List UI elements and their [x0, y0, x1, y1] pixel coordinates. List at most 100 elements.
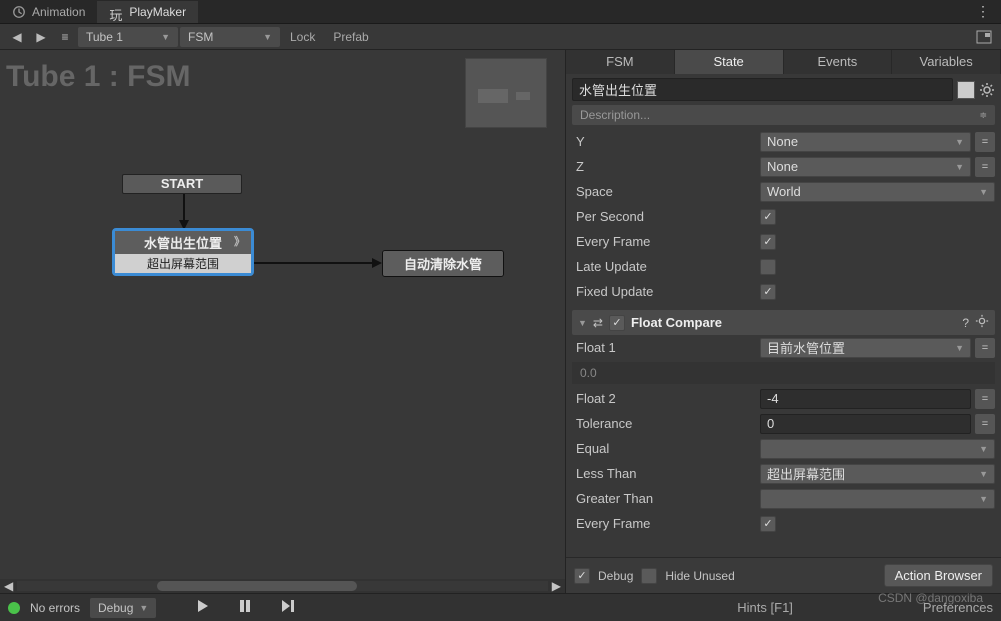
debug-label: Debug — [598, 569, 633, 583]
status-indicator-icon — [8, 602, 20, 614]
list-button[interactable]: ≡ — [54, 27, 76, 47]
object-dropdown[interactable]: Tube 1 ▼ — [78, 27, 178, 47]
fsm-dropdown[interactable]: FSM ▼ — [180, 27, 280, 47]
play-button[interactable] — [196, 599, 210, 616]
state-name-input[interactable] — [572, 78, 953, 101]
y-dropdown[interactable]: None▼ — [760, 132, 971, 152]
prop-label-fixedupdate: Fixed Update — [572, 284, 756, 299]
minimap[interactable] — [465, 58, 547, 128]
error-status[interactable]: No errors — [30, 601, 80, 615]
help-icon[interactable]: ? — [962, 316, 969, 330]
hideunused-checkbox[interactable] — [641, 568, 657, 584]
state-name: 水管出生位置 — [144, 236, 222, 251]
variable-toggle[interactable]: = — [975, 338, 995, 358]
variable-toggle[interactable]: = — [975, 389, 995, 409]
debug-checkbox[interactable]: ✓ — [574, 568, 590, 584]
prop-label-lessthan: Less Than — [572, 466, 756, 481]
preferences-button[interactable]: Preferences — [923, 600, 993, 615]
forward-button[interactable]: ▶ — [30, 27, 52, 47]
prop-label-float2: Float 2 — [572, 391, 756, 406]
equal-dropdown[interactable]: ▼ — [760, 439, 995, 459]
state-name: 自动清除水管 — [383, 251, 503, 276]
hints-button[interactable]: Hints [F1] — [737, 600, 793, 615]
step-button[interactable] — [280, 599, 296, 616]
minimap-node — [516, 92, 530, 100]
inspector-footer: ✓ Debug Hide Unused Action Browser — [566, 557, 1001, 593]
prop-label-tolerance: Tolerance — [572, 416, 756, 431]
variable-toggle[interactable]: = — [975, 414, 995, 434]
hideunused-label: Hide Unused — [665, 569, 734, 583]
chevron-down-icon: ▼ — [161, 32, 170, 42]
everyframe2-checkbox[interactable]: ✓ — [760, 516, 776, 532]
state-node-clear[interactable]: 自动清除水管 — [382, 250, 504, 277]
tab-events[interactable]: Events — [784, 50, 893, 74]
variable-toggle[interactable]: = — [975, 132, 995, 152]
float2-input[interactable] — [760, 389, 971, 409]
float1-value-readonly: 0.0 — [572, 362, 995, 384]
state-transition[interactable]: 超出屏幕范围 — [115, 254, 251, 273]
action-enabled-checkbox[interactable]: ✓ — [609, 315, 625, 331]
play-controls — [196, 599, 296, 616]
debug-dropdown[interactable]: Debug▼ — [90, 598, 156, 618]
start-node[interactable]: START — [122, 174, 242, 194]
lessthan-dropdown[interactable]: 超出屏幕范围▼ — [760, 464, 995, 484]
fsm-dropdown-label: FSM — [188, 30, 213, 44]
inspector-panel: FSM State Events Variables Description..… — [565, 50, 1001, 593]
state-node-spawn[interactable]: 水管出生位置 》 超出屏幕范围 — [112, 228, 254, 276]
expand-icon: ≑ — [979, 110, 987, 121]
gear-icon[interactable] — [975, 314, 989, 331]
tab-state[interactable]: State — [675, 50, 784, 74]
minimap-toggle[interactable] — [973, 27, 995, 47]
prop-label-float1: Float 1 — [572, 340, 756, 355]
tab-variables[interactable]: Variables — [892, 50, 1001, 74]
tab-playmaker[interactable]: 玩 PlayMaker — [97, 1, 198, 23]
action-link-icon: ⇄ — [593, 316, 603, 330]
greaterthan-dropdown[interactable]: ▼ — [760, 489, 995, 509]
lock-toggle[interactable]: Lock — [282, 28, 323, 46]
persecond-checkbox[interactable]: ✓ — [760, 209, 776, 225]
tab-label: Animation — [32, 5, 85, 19]
action-header-floatcompare[interactable]: ▼ ⇄ ✓ Float Compare ? — [572, 310, 995, 335]
minimap-node — [478, 89, 508, 103]
tab-animation[interactable]: Animation — [0, 1, 97, 23]
foldout-icon[interactable]: ▼ — [578, 318, 587, 328]
action-title: Float Compare — [631, 315, 956, 330]
transition-arrow — [254, 255, 386, 271]
prop-label-lateupdate: Late Update — [572, 259, 756, 274]
pause-button[interactable] — [238, 599, 252, 616]
tab-label: PlayMaker — [129, 5, 186, 19]
description-placeholder: Description... — [580, 108, 650, 122]
lateupdate-checkbox[interactable] — [760, 259, 776, 275]
description-field[interactable]: Description... ≑ — [572, 105, 995, 125]
canvas-h-scrollbar[interactable]: ◀ ▶ — [0, 579, 565, 593]
prop-label-space: Space — [572, 184, 756, 199]
action-browser-button[interactable]: Action Browser — [884, 564, 993, 587]
prefab-button[interactable]: Prefab — [325, 28, 376, 46]
prop-label-everyframe2: Every Frame — [572, 516, 756, 531]
inspector-body: Y None▼ = Z None▼ = Space World▼ Per Sec… — [566, 129, 1001, 557]
state-color-swatch[interactable] — [957, 81, 975, 99]
inspector-tabs: FSM State Events Variables — [566, 50, 1001, 74]
everyframe-checkbox[interactable]: ✓ — [760, 234, 776, 250]
chevron-down-icon: ▼ — [263, 32, 272, 42]
z-dropdown[interactable]: None▼ — [760, 157, 971, 177]
clock-icon — [12, 5, 26, 19]
back-button[interactable]: ◀ — [6, 27, 28, 47]
variable-toggle[interactable]: = — [975, 157, 995, 177]
prop-label-everyframe: Every Frame — [572, 234, 756, 249]
tab-fsm[interactable]: FSM — [566, 50, 675, 74]
breakpoint-icon: 》 — [234, 233, 245, 249]
window-menu-icon[interactable]: ⋮ — [966, 3, 1001, 20]
space-dropdown[interactable]: World▼ — [760, 182, 995, 202]
fixedupdate-checkbox[interactable]: ✓ — [760, 284, 776, 300]
fsm-canvas[interactable]: Tube 1 : FSM START 水管出生位置 》 超出屏幕范围 自动清除水… — [0, 50, 565, 593]
float1-dropdown[interactable]: 目前水管位置▼ — [760, 338, 971, 358]
prop-label-z: Z — [572, 159, 756, 174]
object-dropdown-label: Tube 1 — [86, 30, 123, 44]
prop-label-persecond: Per Second — [572, 209, 756, 224]
prop-label-equal: Equal — [572, 441, 756, 456]
window-tab-bar: Animation 玩 PlayMaker ⋮ — [0, 0, 1001, 24]
state-header: 水管出生位置 》 — [115, 231, 251, 254]
tolerance-input[interactable] — [760, 414, 971, 434]
gear-icon[interactable] — [979, 82, 995, 98]
